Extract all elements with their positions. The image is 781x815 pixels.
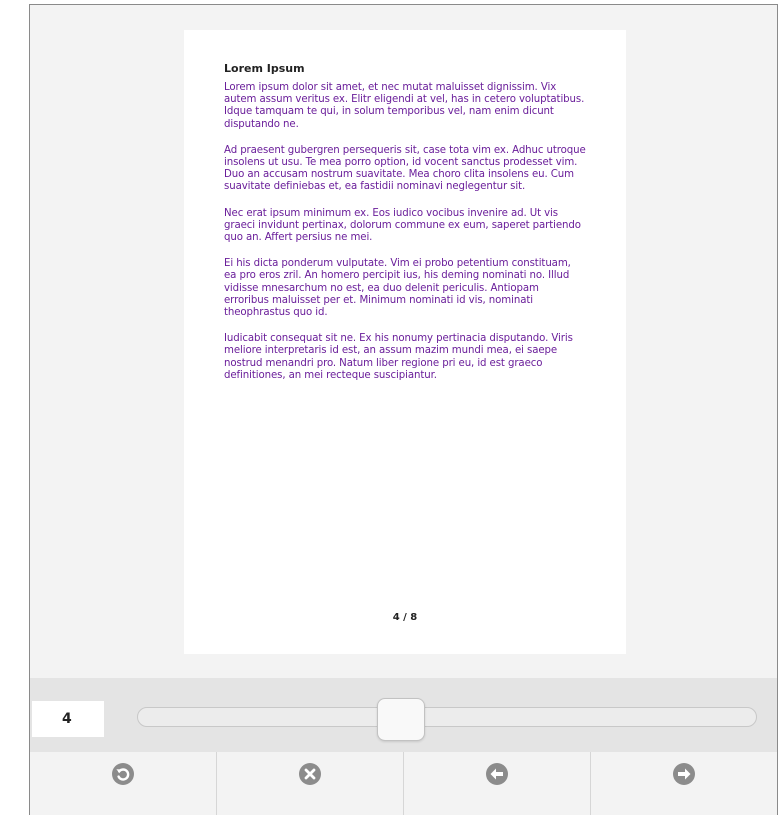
paragraph-1: Lorem ipsum dolor sit amet, et nec mutat…: [224, 82, 585, 130]
page-indicator: 4 / 8: [392, 612, 418, 623]
paragraph-3: Nec erat ipsum minimum ex. Eos iudico vo…: [224, 207, 581, 244]
undo-icon: [112, 762, 134, 785]
arrow-left-icon: [486, 762, 508, 785]
paragraph-5: Iudicabit consequat sit ne. Ex his nonum…: [224, 333, 573, 381]
next-page-button[interactable]: [591, 752, 777, 815]
paragraph-4: Ei his dicta ponderum vulputate. Vim ei …: [224, 258, 571, 319]
undo-button[interactable]: [30, 752, 217, 815]
paragraph-2: Ad praesent gubergren persequeris sit, c…: [224, 144, 586, 193]
page-slider-thumb[interactable]: [377, 698, 425, 741]
document-page: Lorem Ipsum Lorem ipsum dolor sit amet, …: [184, 30, 626, 654]
bottom-toolbar: [29, 752, 778, 815]
document-viewer[interactable]: Lorem Ipsum Lorem ipsum dolor sit amet, …: [29, 4, 778, 678]
close-icon: [299, 762, 321, 785]
page-controls: [29, 678, 778, 752]
close-button[interactable]: [217, 752, 404, 815]
previous-page-button[interactable]: [404, 752, 591, 815]
page-slider-track[interactable]: [137, 707, 757, 727]
document-title: Lorem Ipsum: [224, 62, 305, 75]
arrow-right-icon: [673, 762, 695, 785]
reader-frame: Lorem Ipsum Lorem ipsum dolor sit amet, …: [0, 0, 781, 815]
page-number-input[interactable]: [32, 701, 104, 737]
